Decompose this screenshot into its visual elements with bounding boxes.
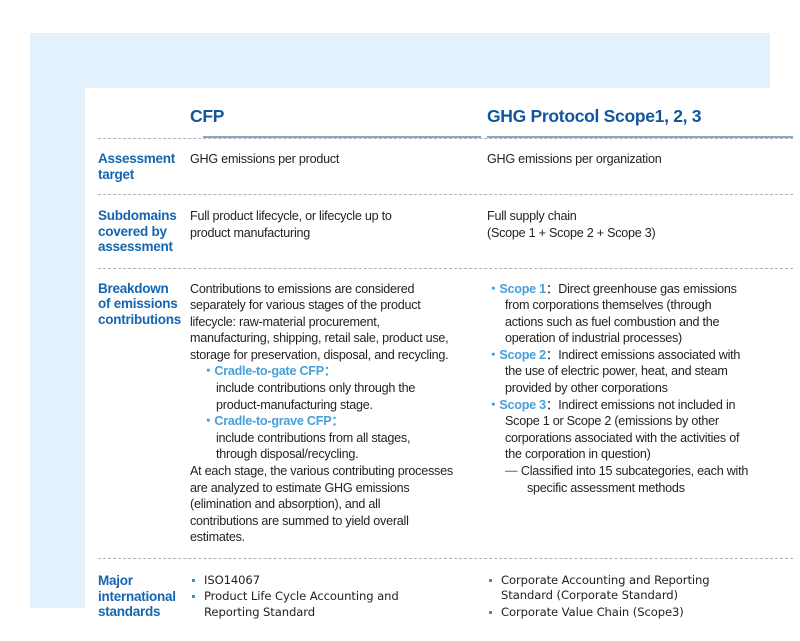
comparison-table-card: CFP GHG Protocol Scope1, 2, 3 Assessment… bbox=[85, 88, 800, 619]
list-item: ISO14067 bbox=[190, 573, 470, 588]
bullet-glyph: ・ bbox=[487, 397, 500, 412]
figure-outer-frame: CFP GHG Protocol Scope1, 2, 3 Assessment… bbox=[30, 33, 800, 619]
cell-cfp-assessment-target: GHG emissions per product bbox=[190, 152, 340, 166]
cfp-standards-list: ISO14067 Product Life Cycle Accounting an… bbox=[190, 573, 470, 619]
ghg-standards-list: Corporate Accounting and Reporting Standa… bbox=[487, 573, 782, 619]
bullet-glyph: ・ bbox=[487, 347, 500, 362]
cradle-to-grave-term: Cradle-to-grave CFP bbox=[214, 414, 332, 429]
scope-3-heading: ・Scope 3：Indirect emissions not included… bbox=[487, 397, 736, 412]
list-item: Corporate Accounting and Reporting Standa… bbox=[487, 573, 782, 604]
cell-ghg-assessment-target: GHG emissions per organization bbox=[487, 152, 662, 166]
table-row-assessment-target: Assessment target GHG emissions per prod… bbox=[85, 139, 800, 194]
scope-2-term: Scope 2 bbox=[499, 347, 546, 362]
cradle-to-gate-term: Cradle-to-gate CFP bbox=[214, 364, 324, 379]
cell-cfp-breakdown: Contributions to emissions are considere… bbox=[190, 281, 480, 547]
scope-1-heading: ・Scope 1：Direct greenhouse gas emissions bbox=[487, 281, 737, 296]
table-header-row: CFP GHG Protocol Scope1, 2, 3 bbox=[85, 88, 800, 138]
table-row-standards: Major international standards ISO14067 Pr… bbox=[85, 559, 800, 619]
cell-ghg-standards: Corporate Accounting and Reporting Standa… bbox=[480, 573, 790, 619]
cradle-to-gate-heading: ・Cradle-to-gate CFP： bbox=[190, 363, 470, 380]
bullet-glyph: ・ bbox=[202, 364, 215, 379]
scope-3-subnote: — Classified into 15 subcategories, each… bbox=[505, 464, 749, 479]
scope-1-term: Scope 1 bbox=[499, 281, 546, 296]
scope-2-heading: ・Scope 2：Indirect emissions associated w… bbox=[487, 347, 741, 362]
cell-ghg-subdomains: Full supply chain (Scope 1 + Scope 2 + S… bbox=[487, 209, 656, 240]
row-label-subdomains: Subdomains covered by assessment bbox=[98, 208, 177, 254]
header-column-cfp: CFP bbox=[190, 106, 225, 126]
em-dash-icon: — bbox=[505, 464, 518, 479]
colon-glyph: ： bbox=[545, 397, 559, 412]
cell-ghg-breakdown: ・Scope 1：Direct greenhouse gas emissions… bbox=[480, 281, 790, 497]
colon-glyph: ： bbox=[545, 347, 559, 362]
cfp-vs-ghg-comparison-table: CFP GHG Protocol Scope1, 2, 3 Assessment… bbox=[85, 88, 800, 619]
row-label-standards: Major international standards bbox=[98, 573, 176, 619]
cell-cfp-standards: ISO14067 Product Life Cycle Accounting an… bbox=[190, 573, 480, 619]
list-item: Corporate Value Chain (Scope3)Accounting… bbox=[487, 605, 782, 619]
scope-3-term: Scope 3 bbox=[499, 397, 546, 412]
cell-cfp-subdomains: Full product lifecycle, or lifecycle up … bbox=[190, 209, 392, 240]
row-label-breakdown: Breakdown of emissions contributions bbox=[98, 280, 181, 327]
cradle-to-grave-heading: ・Cradle-to-grave CFP： bbox=[190, 413, 470, 430]
header-column-ghg-protocol: GHG Protocol Scope1, 2, 3 bbox=[487, 106, 702, 126]
colon-glyph: ： bbox=[331, 414, 344, 429]
colon-glyph: ： bbox=[545, 281, 559, 296]
row-label-assessment-target: Assessment target bbox=[98, 151, 176, 182]
table-row-breakdown: Breakdown of emissions contributions Con… bbox=[85, 269, 800, 559]
colon-glyph: ： bbox=[323, 364, 337, 379]
bullet-glyph: ・ bbox=[202, 414, 215, 429]
bullet-glyph: ・ bbox=[487, 281, 500, 296]
list-item: Product Life Cycle Accounting and Reporti… bbox=[190, 589, 470, 619]
table-row-subdomains: Subdomains covered by assessment Full pr… bbox=[85, 195, 800, 268]
